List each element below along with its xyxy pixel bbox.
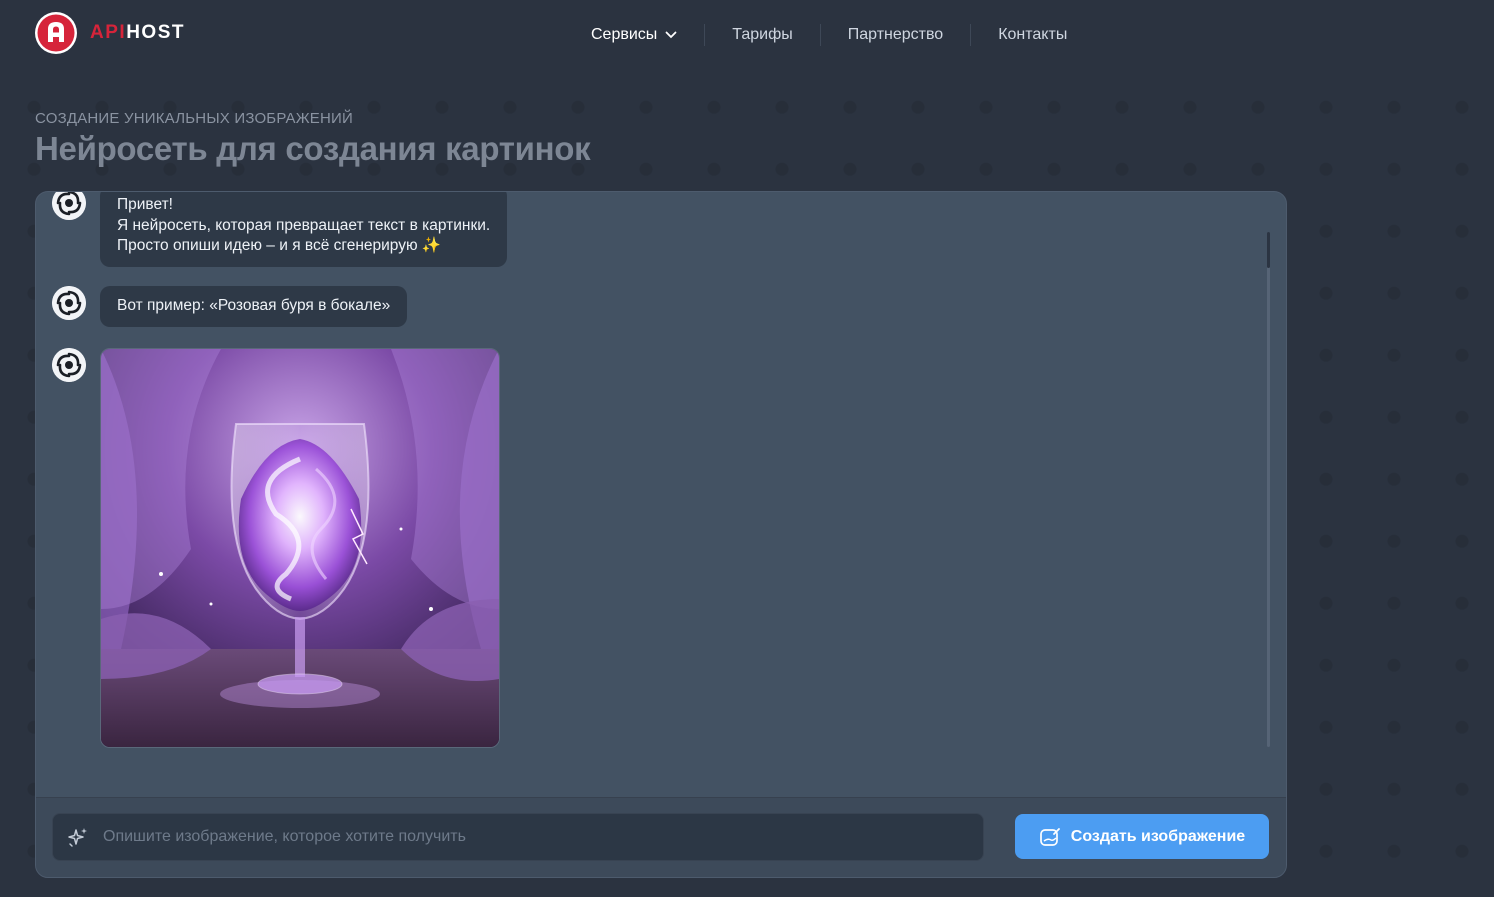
logo-text: APIHOST [90,22,185,43]
prompt-input[interactable] [101,827,965,847]
message-bubble: Привет! Я нейросеть, которая превращает … [100,192,508,267]
chat-panel: Привет! Я нейросеть, которая превращает … [35,191,1287,878]
create-image-button[interactable]: Создать изображение [1015,814,1269,859]
image-edit-icon [1039,827,1060,846]
nav-item-services[interactable]: Сервисы [574,22,677,48]
prompt-field[interactable] [52,813,984,861]
scrollbar-track[interactable] [1267,232,1270,747]
logo[interactable]: APIHOST [34,11,185,55]
scrollbar-thumb[interactable] [1267,232,1270,268]
site-header: APIHOST Сервисы Тарифы Партнерство Конта… [0,0,1494,70]
bot-avatar-icon [52,286,86,320]
chat-message: Вот пример: «Розовая буря в бокале» [52,286,408,327]
message-line: Вот пример: «Розовая буря в бокале» [117,297,391,314]
page-title: Нейросеть для создания картинок [35,130,591,167]
nav-item-label: Контакты [998,26,1068,43]
nav-divider [704,24,706,46]
message-line: Я нейросеть, которая превращает текст в … [117,216,491,234]
composer: Создать изображение [36,798,1286,877]
page-kicker: СОЗДАНИЕ УНИКАЛЬНЫХ ИЗОБРАЖЕНИЙ [35,110,354,127]
create-image-button-label: Создать изображение [1070,827,1246,845]
message-line: Привет! [117,196,173,213]
nav-item-label: Сервисы [591,26,658,43]
bot-avatar-icon [52,192,86,220]
main-nav: Сервисы Тарифы Партнерство Контакты [574,22,1067,48]
apihost-logo-icon [35,12,77,54]
nav-item-label: Тарифы [732,26,793,43]
sparkles-icon [68,828,87,847]
message-line: Просто опиши идею – и я всё сгенерирую ✨ [117,237,442,254]
nav-item-tariffs[interactable]: Тарифы [732,22,792,48]
nav-item-label: Партнерство [847,26,944,43]
message-bubble: Вот пример: «Розовая буря в бокале» [100,286,408,327]
nav-item-contacts[interactable]: Контакты [998,22,1067,48]
chat-message: Привет! Я нейросеть, которая превращает … [52,192,508,267]
generated-image-artwork [101,349,499,747]
bot-avatar-icon [52,348,86,382]
chat-message [52,348,500,748]
message-list: Привет! Я нейросеть, которая превращает … [36,192,1286,797]
chevron-down-icon [665,31,677,39]
nav-divider [819,24,821,46]
nav-divider [970,24,972,46]
generated-image[interactable] [100,348,500,748]
nav-item-partnership[interactable]: Партнерство [848,22,943,48]
